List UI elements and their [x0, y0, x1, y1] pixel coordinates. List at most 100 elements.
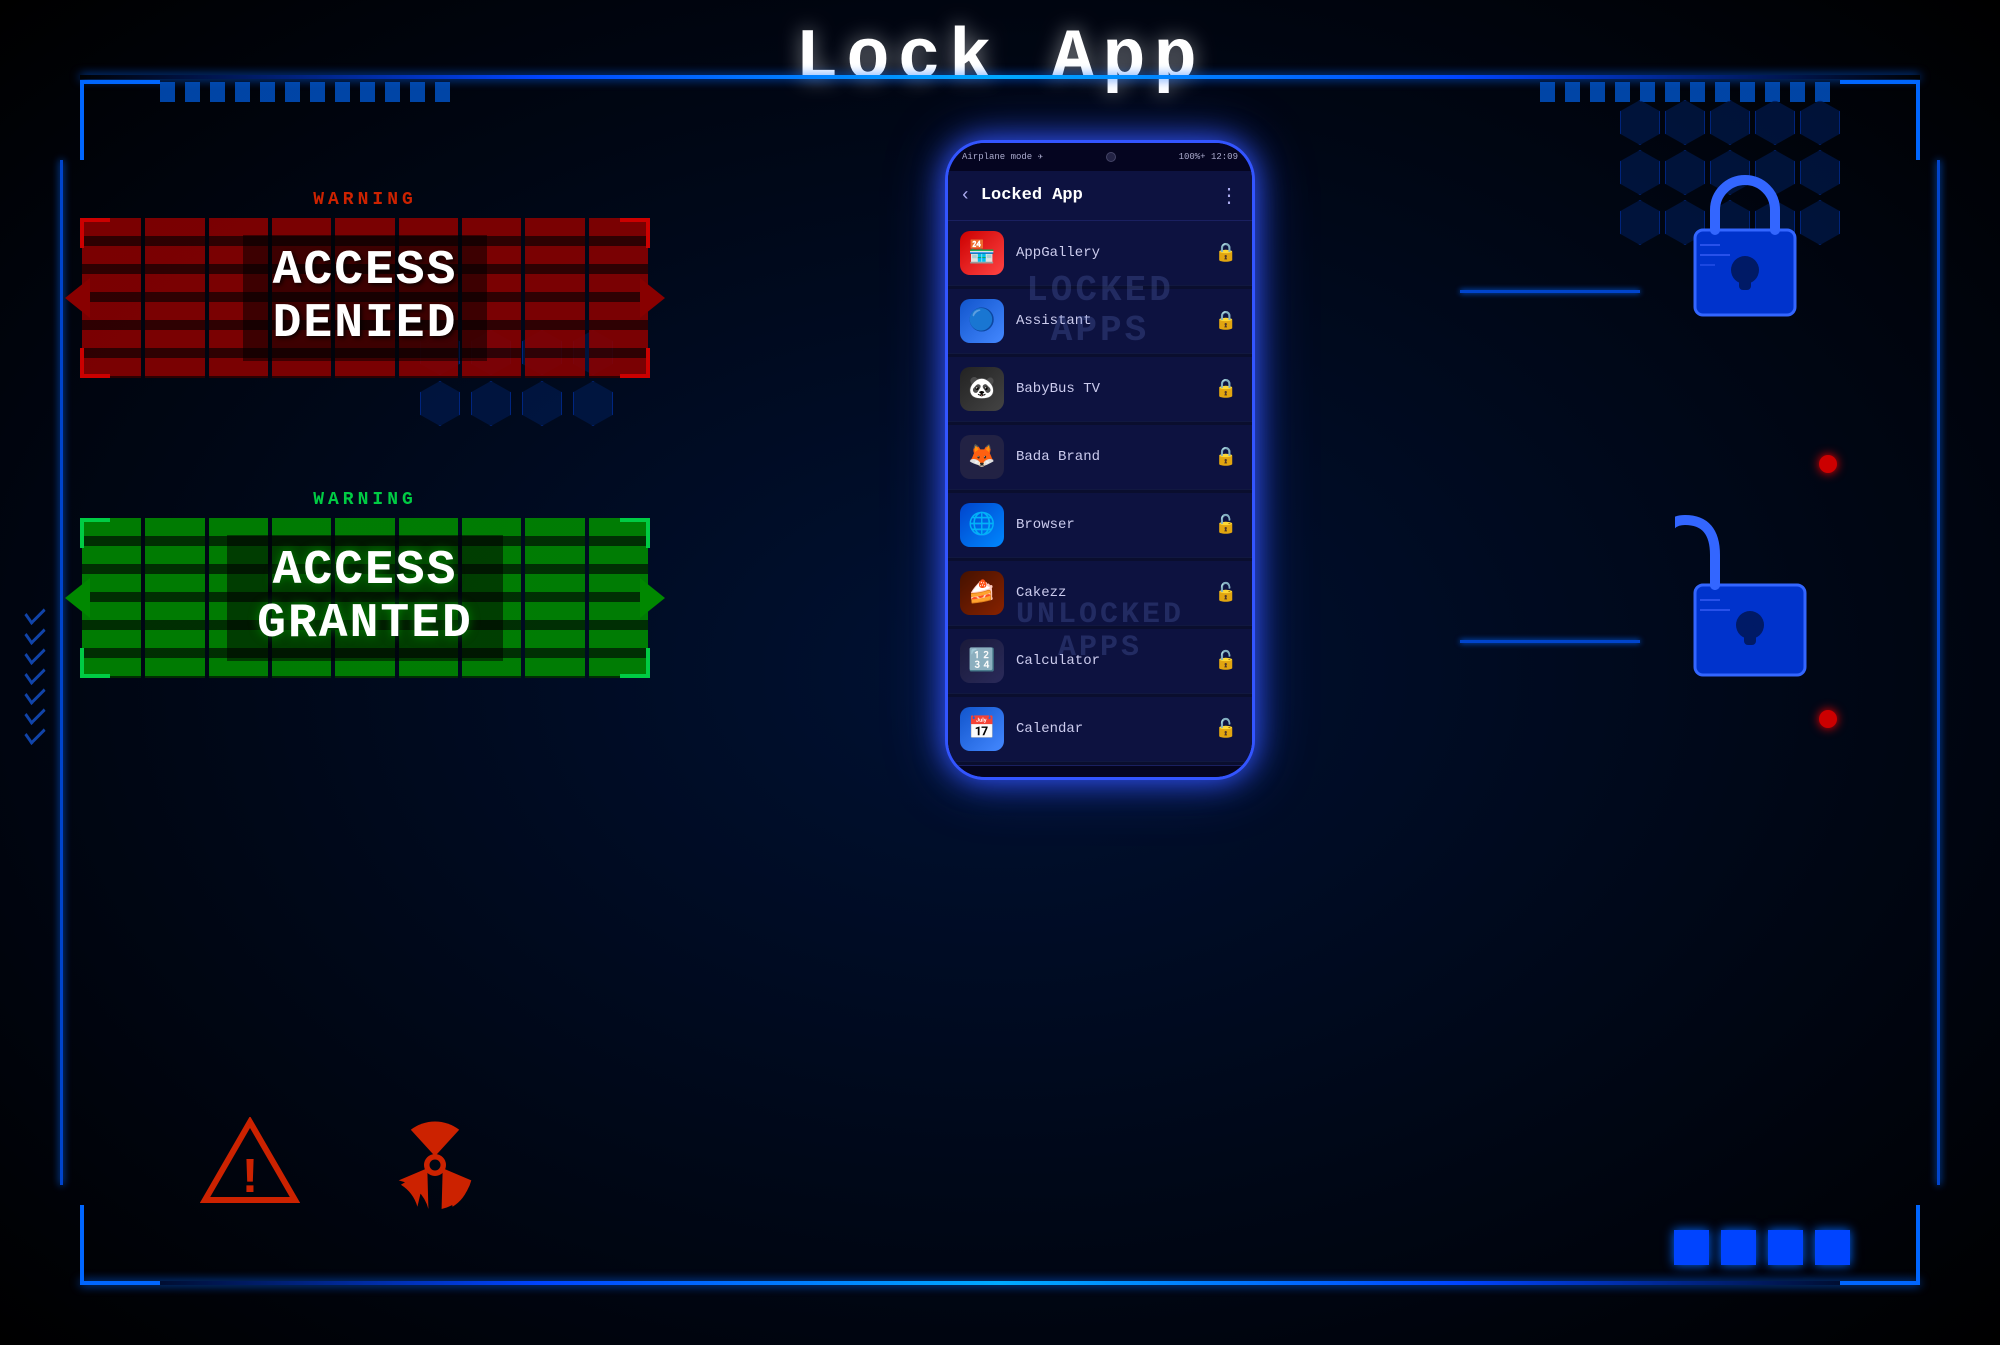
app-name-appgallery: AppGallery — [1016, 245, 1212, 261]
stripe-8 — [525, 218, 584, 378]
hex-1 — [1620, 100, 1660, 145]
status-bar: Airplane mode ✈ 100%+ 12:09 — [948, 143, 1252, 171]
menu-button[interactable]: ⋮ — [1219, 183, 1240, 209]
app-icon-cakezz: 🍰 — [960, 571, 1004, 615]
status-right: 100%+ 12:09 — [1179, 152, 1238, 162]
hex-2 — [1665, 100, 1705, 145]
chevron-3 — [24, 640, 45, 664]
lock-status-appgallery[interactable]: 🔒 — [1212, 239, 1240, 267]
app-item-cakezz[interactable]: 🍰 Cakezz 🔓 — [948, 561, 1252, 626]
app-name-cakezz: Cakezz — [1016, 585, 1212, 601]
bracket-granted-tr — [620, 518, 650, 548]
nav-home-button[interactable]: ○ — [1095, 777, 1106, 781]
app-icon-babybus: 🐼 — [960, 367, 1004, 411]
app-item-calendar[interactable]: 📅 Calendar 🔓 — [948, 697, 1252, 762]
app-icon-bada: 🦊 — [960, 435, 1004, 479]
tech-border-top — [80, 75, 1920, 79]
app-item-calculator[interactable]: 🔢 Calculator 🔓 — [948, 629, 1252, 694]
chevron-2 — [24, 620, 45, 644]
camera-dot — [1106, 152, 1116, 162]
page-title: Lock App — [795, 18, 1205, 100]
chevrons-left — [25, 607, 45, 739]
app-list: LOCKEDAPPS UNLOCKEDAPPS 🏪 AppGallery 🔒 🔵… — [948, 221, 1252, 765]
lock-line-horizontal-2 — [1460, 640, 1640, 643]
access-denied-box: ACCESS DENIED — [80, 218, 650, 378]
app-item-babybus[interactable]: 🐼 BabyBus TV 🔒 — [948, 357, 1252, 422]
corner-tl — [80, 80, 160, 160]
app-name-calculator: Calculator — [1016, 653, 1212, 669]
tech-border-bottom — [80, 1281, 1920, 1285]
chevron-5 — [24, 680, 45, 704]
app-icon-assistant: 🔵 — [960, 299, 1004, 343]
hex-4 — [1755, 100, 1795, 145]
indicator-squares — [1674, 1230, 1850, 1265]
app-icon-calculator: 🔢 — [960, 639, 1004, 683]
lock-unlocked-icon — [1675, 510, 1825, 685]
ind-square-1 — [1674, 1230, 1709, 1265]
red-dot-1 — [1819, 455, 1837, 473]
lock-status-assistant[interactable]: 🔒 — [1212, 307, 1240, 335]
app-item-appgallery[interactable]: 🏪 AppGallery 🔒 — [948, 221, 1252, 286]
access-granted-panel: WARNING ACCESS GRANTED — [80, 490, 650, 710]
app-name-bada: Bada Brand — [1016, 449, 1212, 465]
diamond-denied-left — [65, 278, 90, 318]
chevron-4 — [24, 660, 45, 684]
nav-bar: ◁ ○ □ — [948, 765, 1252, 780]
lock-status-cakezz[interactable]: 🔓 — [1212, 579, 1240, 607]
chevron-6 — [24, 700, 45, 724]
radiation-icon — [380, 1110, 490, 1220]
app-item-assistant[interactable]: 🔵 Assistant 🔒 — [948, 289, 1252, 354]
lock-status-calculator[interactable]: 🔓 — [1212, 647, 1240, 675]
red-dot-2 — [1819, 710, 1837, 728]
hex-3 — [1710, 100, 1750, 145]
ind-square-2 — [1721, 1230, 1756, 1265]
bracket-denied-br — [620, 348, 650, 378]
battery-time-text: 100%+ 12:09 — [1179, 152, 1238, 162]
app-name-browser: Browser — [1016, 517, 1212, 533]
status-center — [1043, 152, 1179, 162]
ind-square-4 — [1815, 1230, 1850, 1265]
diamond-granted-left — [65, 578, 90, 618]
bracket-granted-br — [620, 648, 650, 678]
app-name-babybus: BabyBus TV — [1016, 381, 1212, 397]
app-header-title: Locked App — [981, 186, 1209, 205]
access-granted-box: ACCESS GRANTED — [80, 518, 650, 678]
hex-6 — [1620, 150, 1660, 195]
right-vert-line — [1937, 160, 1940, 1185]
lock-status-bada[interactable]: 🔒 — [1212, 443, 1240, 471]
lock-status-babybus[interactable]: 🔒 — [1212, 375, 1240, 403]
back-button[interactable]: ‹ — [960, 186, 971, 206]
app-name-calendar: Calendar — [1016, 721, 1212, 737]
app-item-bada[interactable]: 🦊 Bada Brand 🔒 — [948, 425, 1252, 490]
access-denied-text: ACCESS DENIED — [243, 235, 488, 361]
bracket-denied-tr — [620, 218, 650, 248]
corner-tr — [1840, 80, 1920, 160]
access-denied-panel: WARNING ACCESS DENIED — [80, 190, 650, 410]
stripe-g8 — [525, 518, 584, 678]
bracket-granted-bl — [80, 648, 110, 678]
lock-line-horizontal-1 — [1460, 290, 1640, 293]
stripe-2 — [145, 218, 204, 378]
stripe-g2 — [145, 518, 204, 678]
nav-back-button[interactable]: ◁ — [1007, 776, 1018, 781]
nav-recent-button[interactable]: □ — [1183, 777, 1194, 781]
airplane-mode-text: Airplane mode ✈ — [962, 152, 1043, 162]
bracket-denied-bl — [80, 348, 110, 378]
hex-5 — [1800, 100, 1840, 145]
bracket-granted-tl — [80, 518, 110, 548]
warning-triangle-icon: ! — [200, 1117, 300, 1205]
ind-square-3 — [1768, 1230, 1803, 1265]
diag-strip-top-right — [1540, 82, 1840, 102]
lock-status-calendar[interactable]: 🔓 — [1212, 715, 1240, 743]
lock-status-browser[interactable]: 🔓 — [1212, 511, 1240, 539]
app-icon-browser: 🌐 — [960, 503, 1004, 547]
hex-11 — [1620, 200, 1660, 245]
lock-locked-icon — [1680, 165, 1810, 325]
app-item-browser[interactable]: 🌐 Browser 🔓 — [948, 493, 1252, 558]
app-header: ‹ Locked App ⋮ — [948, 171, 1252, 221]
status-left: Airplane mode ✈ — [962, 152, 1043, 162]
app-icon-calendar: 📅 — [960, 707, 1004, 751]
diag-strip-top-left — [160, 82, 460, 102]
app-name-assistant: Assistant — [1016, 313, 1212, 329]
access-granted-warning-label: WARNING — [80, 490, 650, 510]
